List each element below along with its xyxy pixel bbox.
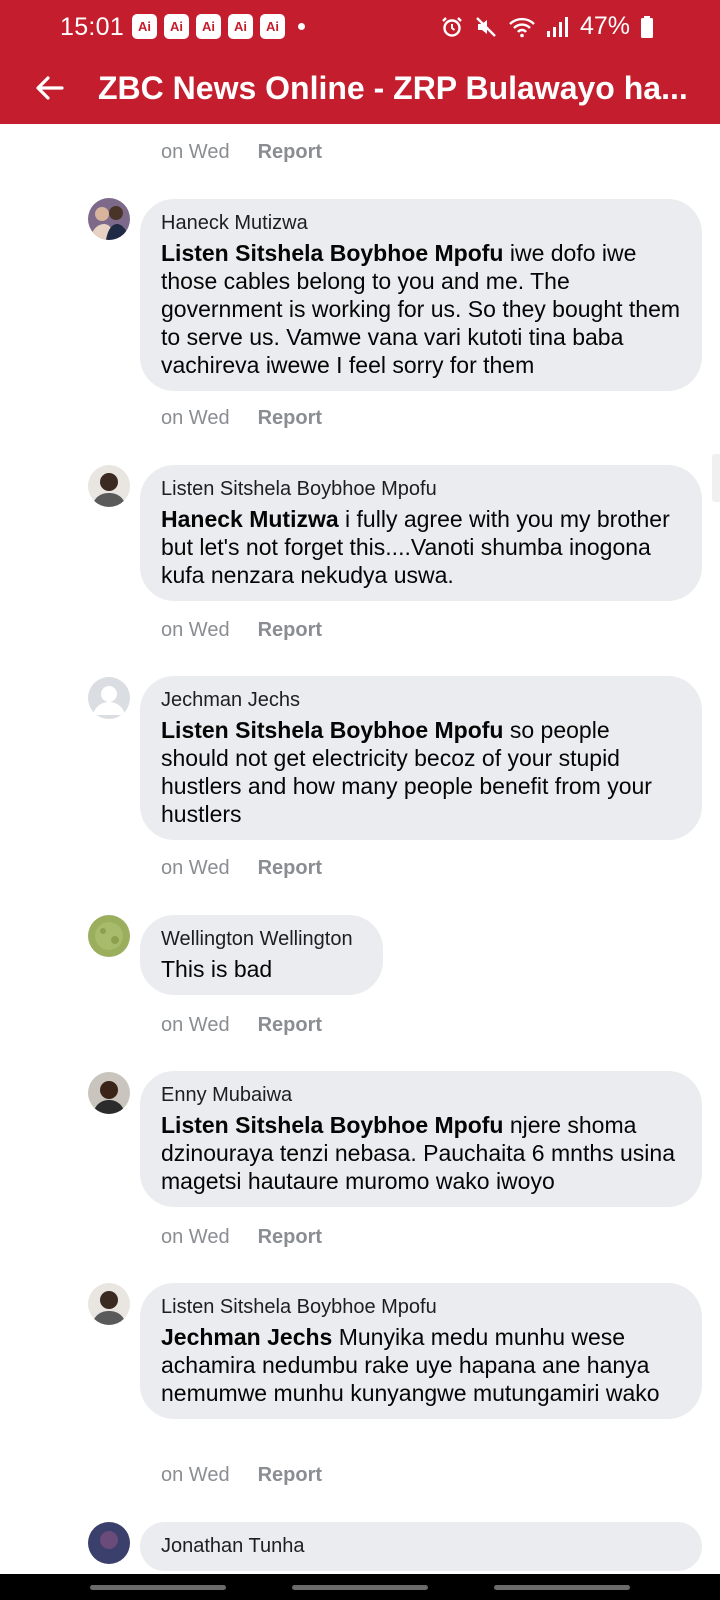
report-link[interactable]: Report xyxy=(258,619,322,642)
ai-notification-icon: Ai xyxy=(228,14,253,39)
comment-author[interactable]: Enny Mubaiwa xyxy=(161,1082,682,1108)
status-bar: 15:01 Ai Ai Ai Ai Ai 47% xyxy=(0,0,720,56)
comment-bubble[interactable]: Enny Mubaiwa Listen Sitshela Boybhoe Mpo… xyxy=(140,1071,702,1207)
arrow-left-icon xyxy=(34,72,66,109)
comment-time: on Wed xyxy=(161,407,230,429)
wifi-icon xyxy=(508,15,536,39)
comment-meta: on Wed Report xyxy=(161,1014,322,1037)
comment-author[interactable]: Jechman Jechs xyxy=(161,687,682,713)
scrollbar[interactable] xyxy=(712,454,720,502)
comment-author[interactable]: Jonathan Tunha xyxy=(161,1533,682,1559)
comment-text: This is bad xyxy=(161,955,363,983)
report-link[interactable]: Report xyxy=(258,1226,322,1249)
system-navigation-bar xyxy=(0,1574,720,1600)
comment-meta: on Wed Report xyxy=(161,619,322,642)
nav-home-handle[interactable] xyxy=(292,1585,428,1590)
comment-mention[interactable]: Listen Sitshela Boybhoe Mpofu xyxy=(161,717,503,743)
signal-icon xyxy=(546,15,568,39)
comment-time: on Wed xyxy=(161,141,230,163)
mute-icon xyxy=(474,15,498,39)
comment-time: on Wed xyxy=(161,1464,230,1486)
avatar[interactable] xyxy=(88,677,130,719)
comment-text: Listen Sitshela Boybhoe Mpofu njere shom… xyxy=(161,1111,682,1195)
ai-notification-icon: Ai xyxy=(260,14,285,39)
comment-meta: on Wed Report xyxy=(161,857,322,880)
avatar[interactable] xyxy=(88,915,130,957)
comment-text: Listen Sitshela Boybhoe Mpofu iwe dofo i… xyxy=(161,239,682,379)
avatar[interactable] xyxy=(88,465,130,507)
report-link[interactable]: Report xyxy=(258,407,322,430)
comment-bubble[interactable]: Jechman Jechs Listen Sitshela Boybhoe Mp… xyxy=(140,676,702,840)
report-link[interactable]: Report xyxy=(258,141,322,164)
comment-author[interactable]: Listen Sitshela Boybhoe Mpofu xyxy=(161,476,682,502)
alarm-icon xyxy=(440,15,464,39)
comment-meta: on Wed Report xyxy=(161,141,322,164)
more-notifications-dot xyxy=(298,23,305,30)
comment-time: on Wed xyxy=(161,857,230,879)
comment-text: Listen Sitshela Boybhoe Mpofu so people … xyxy=(161,716,682,828)
top-bar: 15:01 Ai Ai Ai Ai Ai 47% ZBC News Online… xyxy=(0,0,720,124)
avatar[interactable] xyxy=(88,1522,130,1564)
comment-time: on Wed xyxy=(161,1014,230,1036)
comment-author[interactable]: Wellington Wellington xyxy=(161,926,363,952)
comment-mention[interactable]: Listen Sitshela Boybhoe Mpofu xyxy=(161,1112,503,1138)
comment-mention[interactable]: Listen Sitshela Boybhoe Mpofu xyxy=(161,240,503,266)
battery-percentage: 47% xyxy=(579,12,630,40)
status-time: 15:01 xyxy=(60,13,125,41)
comment-time: on Wed xyxy=(161,619,230,641)
comment-meta: on Wed Report xyxy=(161,1464,322,1487)
comment-bubble[interactable]: Listen Sitshela Boybhoe Mpofu Haneck Mut… xyxy=(140,465,702,601)
battery-icon xyxy=(640,15,654,39)
status-icons: 47% xyxy=(440,12,654,41)
comment-time: on Wed xyxy=(161,1226,230,1248)
comment-author[interactable]: Listen Sitshela Boybhoe Mpofu xyxy=(161,1294,682,1320)
comment-feed[interactable]: on Wed Report Haneck Mutizwa Listen Sits… xyxy=(0,124,720,1574)
comment-bubble[interactable]: Haneck Mutizwa Listen Sitshela Boybhoe M… xyxy=(140,199,702,391)
nav-back-handle[interactable] xyxy=(494,1585,630,1590)
avatar[interactable] xyxy=(88,1283,130,1325)
comment-meta: on Wed Report xyxy=(161,407,322,430)
comment-mention[interactable]: Jechman Jechs xyxy=(161,1324,332,1350)
report-link[interactable]: Report xyxy=(258,1014,322,1037)
ai-notification-icon: Ai xyxy=(164,14,189,39)
comment-author[interactable]: Haneck Mutizwa xyxy=(161,210,682,236)
comment-body: This is bad xyxy=(161,956,273,982)
comment-bubble[interactable]: Wellington Wellington This is bad xyxy=(140,915,383,995)
report-link[interactable]: Report xyxy=(258,1464,322,1487)
comment-text: Jechman Jechs Munyika medu munhu wese ac… xyxy=(161,1323,682,1407)
notification-badges: Ai Ai Ai Ai Ai xyxy=(132,14,285,39)
back-button[interactable] xyxy=(28,68,72,112)
comment-mention[interactable]: Haneck Mutizwa xyxy=(161,506,339,532)
page-title: ZBC News Online - ZRP Bulawayo ha... xyxy=(98,70,688,106)
app-bar: ZBC News Online - ZRP Bulawayo ha... xyxy=(0,56,720,124)
comment-meta: on Wed Report xyxy=(161,1226,322,1249)
nav-recents-handle[interactable] xyxy=(90,1585,226,1590)
comment-bubble[interactable]: Jonathan Tunha xyxy=(140,1522,702,1571)
ai-notification-icon: Ai xyxy=(132,14,157,39)
comment-bubble[interactable]: Listen Sitshela Boybhoe Mpofu Jechman Je… xyxy=(140,1283,702,1419)
comment-text: Haneck Mutizwa i fully agree with you my… xyxy=(161,505,682,589)
ai-notification-icon: Ai xyxy=(196,14,221,39)
avatar[interactable] xyxy=(88,1072,130,1114)
avatar[interactable] xyxy=(88,198,130,240)
report-link[interactable]: Report xyxy=(258,857,322,880)
